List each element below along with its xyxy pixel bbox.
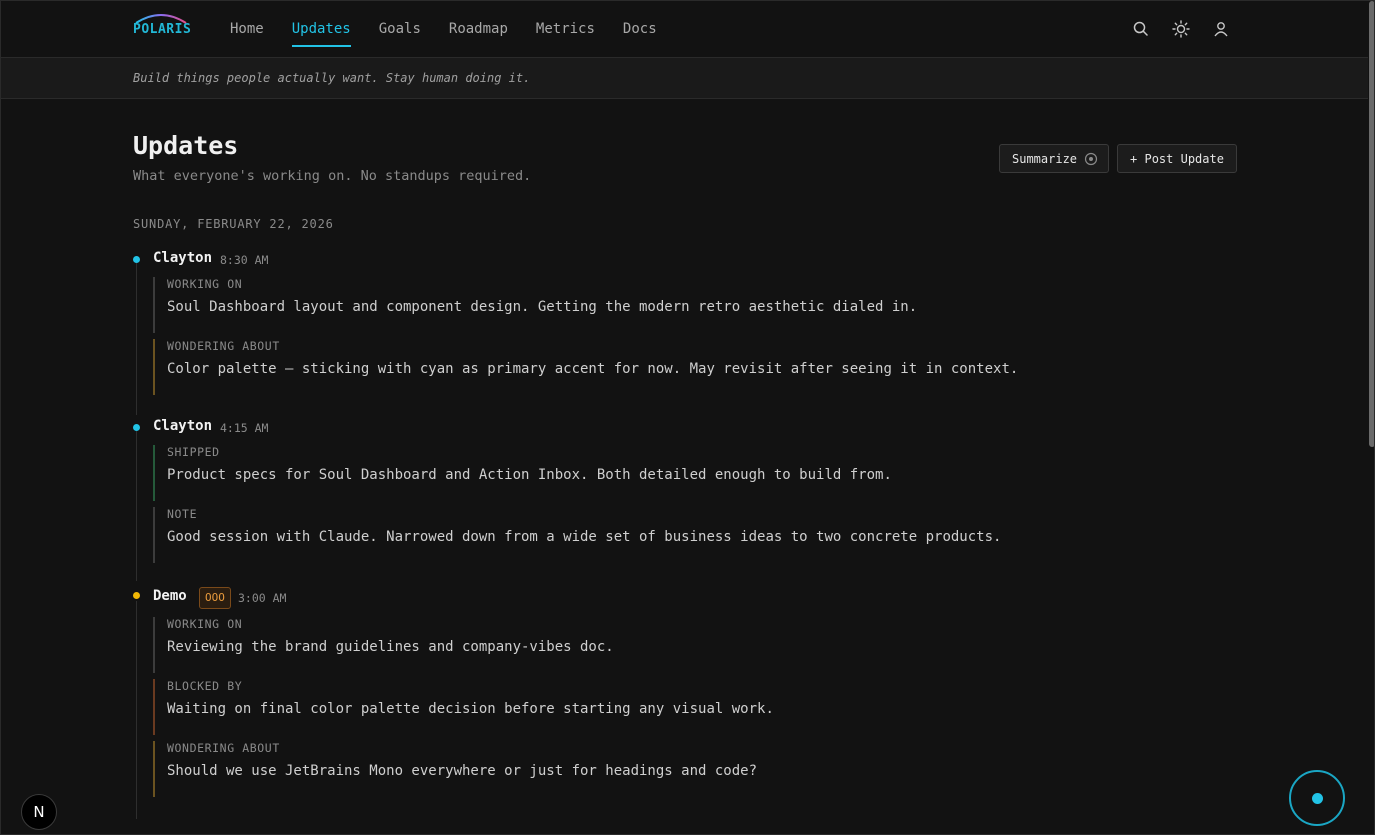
timeline-line bbox=[136, 431, 137, 581]
block-label: NOTE bbox=[167, 507, 198, 521]
top-navbar: POLARIS Home Updates Goals Roadmap Metri… bbox=[1, 1, 1374, 58]
block-label: WONDERING ABOUT bbox=[167, 741, 280, 755]
nav-roadmap[interactable]: Roadmap bbox=[449, 1, 508, 58]
assistant-fab-button[interactable] bbox=[1289, 770, 1345, 826]
entry-dot bbox=[133, 592, 140, 599]
entry-author: Clayton bbox=[153, 250, 213, 266]
update-block: WORKING ON Soul Dashboard layout and com… bbox=[153, 277, 1153, 333]
entry-author: Clayton bbox=[153, 418, 213, 434]
update-block: NOTE Good session with Claude. Narrowed … bbox=[153, 507, 1153, 563]
ooo-badge: OOO bbox=[199, 587, 231, 609]
block-text: Waiting on final color palette decision … bbox=[167, 701, 774, 717]
nav-goals[interactable]: Goals bbox=[379, 1, 421, 58]
target-icon bbox=[1084, 152, 1098, 166]
scrollbar-thumb[interactable] bbox=[1369, 1, 1374, 447]
block-label: SHIPPED bbox=[167, 445, 220, 459]
update-block: WONDERING ABOUT Color palette — sticking… bbox=[153, 339, 1153, 395]
block-text: Reviewing the brand guidelines and compa… bbox=[167, 639, 614, 655]
search-icon[interactable] bbox=[1131, 19, 1151, 39]
nav-updates[interactable]: Updates bbox=[291, 1, 351, 58]
status-dot-icon bbox=[1312, 793, 1323, 804]
update-block: SHIPPED Product specs for Soul Dashboard… bbox=[153, 445, 1153, 501]
tagline: Build things people actually want. Stay … bbox=[133, 71, 531, 85]
page-subtitle: What everyone's working on. No standups … bbox=[133, 168, 532, 184]
block-label: WONDERING ABOUT bbox=[167, 339, 280, 353]
entry-time: 8:30 AM bbox=[220, 253, 269, 267]
block-label: WORKING ON bbox=[167, 277, 243, 291]
post-update-button[interactable]: + Post Update bbox=[1117, 144, 1237, 173]
block-text: Should we use JetBrains Mono everywhere … bbox=[167, 763, 758, 779]
block-label: BLOCKED BY bbox=[167, 679, 243, 693]
entry-dot bbox=[133, 256, 140, 263]
block-text: Product specs for Soul Dashboard and Act… bbox=[167, 467, 892, 483]
next-dev-badge[interactable]: N bbox=[21, 794, 57, 830]
tagline-bar: Build things people actually want. Stay … bbox=[1, 58, 1374, 99]
date-heading: SUNDAY, FEBRUARY 22, 2026 bbox=[133, 217, 334, 231]
user-icon[interactable] bbox=[1211, 19, 1231, 39]
entry-time: 4:15 AM bbox=[220, 421, 269, 435]
block-text: Color palette — sticking with cyan as pr… bbox=[167, 361, 1019, 377]
logo-text: POLARIS bbox=[133, 22, 192, 37]
entry-time: 3:00 AM bbox=[238, 591, 287, 605]
summarize-label: Summarize bbox=[1012, 151, 1078, 166]
update-block: WONDERING ABOUT Should we use JetBrains … bbox=[153, 741, 1153, 797]
nav-home[interactable]: Home bbox=[230, 1, 264, 58]
page-title: Updates bbox=[133, 131, 239, 160]
logo[interactable]: POLARIS bbox=[133, 11, 193, 41]
block-text: Soul Dashboard layout and component desi… bbox=[167, 299, 918, 315]
block-text: Good session with Claude. Narrowed down … bbox=[167, 529, 1002, 545]
app-window: POLARIS Home Updates Goals Roadmap Metri… bbox=[0, 0, 1375, 835]
main-nav: Home Updates Goals Roadmap Metrics Docs bbox=[230, 1, 685, 58]
entry-dot bbox=[133, 424, 140, 431]
block-label: WORKING ON bbox=[167, 617, 243, 631]
entry-author: Demo bbox=[153, 588, 187, 604]
update-block: BLOCKED BY Waiting on final color palett… bbox=[153, 679, 1153, 735]
scrollbar[interactable] bbox=[1368, 1, 1374, 834]
update-block: WORKING ON Reviewing the brand guideline… bbox=[153, 617, 1153, 673]
sun-icon[interactable] bbox=[1171, 19, 1191, 39]
nav-docs[interactable]: Docs bbox=[623, 1, 657, 58]
timeline-line bbox=[136, 263, 137, 415]
timeline-line bbox=[136, 601, 137, 819]
nav-metrics[interactable]: Metrics bbox=[536, 1, 595, 58]
summarize-button[interactable]: Summarize bbox=[999, 144, 1109, 173]
